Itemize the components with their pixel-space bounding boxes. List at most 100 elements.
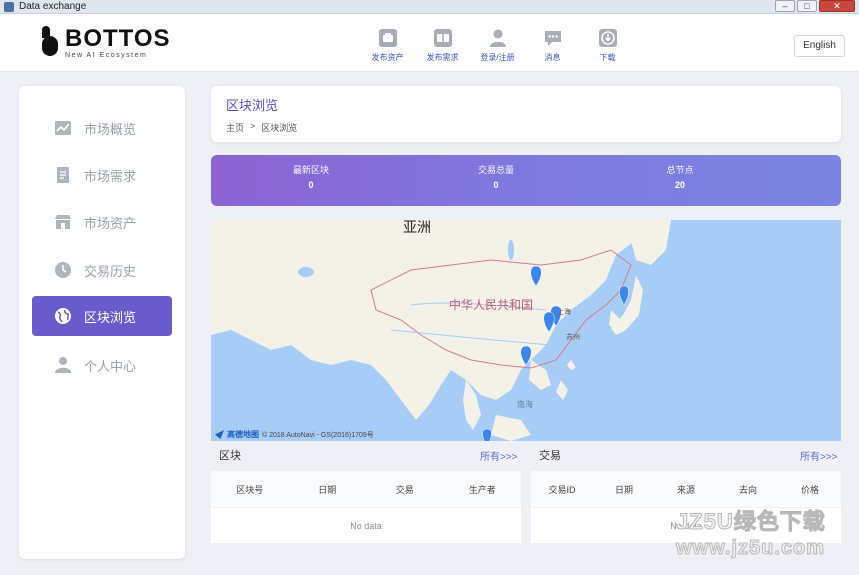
stat-label: 总节点 bbox=[666, 165, 694, 175]
table-header: 区块号 日期 交易 生产者 bbox=[211, 471, 521, 507]
nav-publish-asset[interactable]: 发布资产 bbox=[360, 28, 415, 63]
transactions-table: 交易ID 日期 来源 去向 价格 No data bbox=[531, 471, 841, 543]
nav-download[interactable]: 下载 bbox=[580, 28, 635, 63]
column-header: 日期 bbox=[318, 484, 337, 495]
top-navigation: 发布资产 发布需求 登录/注册 消息 下载 bbox=[360, 28, 635, 63]
window-titlebar: Data exchange – □ ✕ bbox=[0, 0, 859, 14]
stat-label: 最新区块 bbox=[292, 165, 329, 175]
column-header: 价格 bbox=[800, 484, 819, 495]
store-icon bbox=[55, 215, 71, 229]
map-marker[interactable] bbox=[619, 285, 629, 306]
map-country-label: 中华人民共和国 bbox=[449, 298, 534, 312]
stats-banner: 最新区块 0 交易总量 0 总节点 20 bbox=[211, 155, 841, 206]
nav-login-register[interactable]: 登录/注册 bbox=[470, 28, 525, 63]
transactions-section-title: 交易 bbox=[539, 450, 561, 462]
column-header: 区块号 bbox=[236, 484, 264, 495]
column-header: 日期 bbox=[614, 484, 633, 495]
user-icon bbox=[489, 29, 506, 47]
sidebar-item-label: 区块浏览 bbox=[84, 309, 137, 325]
nav-label: 登录/注册 bbox=[480, 53, 515, 62]
stat-label: 交易总量 bbox=[477, 165, 514, 175]
map-marker[interactable] bbox=[482, 428, 492, 441]
sidebar: 市场概览 市场需求 市场资产 交易历史 区块浏览 个人中心 bbox=[19, 86, 185, 559]
stat-total-nodes: 总节点 20 bbox=[620, 163, 740, 190]
table-empty-row: No data bbox=[531, 507, 841, 543]
nav-label: 发布需求 bbox=[426, 53, 459, 62]
map-attribution: 高德地图 © 2018 AutoNavi - GS(2016)1709号 bbox=[215, 429, 374, 440]
clock-icon bbox=[55, 262, 71, 278]
column-header: 来源 bbox=[676, 484, 695, 495]
sidebar-item-market-demand[interactable]: 市场需求 bbox=[32, 155, 172, 195]
breadcrumb-current: 区块浏览 bbox=[261, 123, 298, 133]
map-copyright: © 2018 AutoNavi - GS(2016)1709号 bbox=[262, 431, 374, 439]
breadcrumb: 主页 > 区块浏览 bbox=[226, 121, 297, 134]
lake-balkhash bbox=[298, 267, 314, 277]
map-logo-icon bbox=[215, 430, 224, 439]
stat-value: 20 bbox=[674, 180, 685, 190]
blocks-section-title: 区块 bbox=[219, 450, 241, 462]
publish-asset-icon bbox=[378, 29, 397, 47]
map-city-label: 苏州 bbox=[566, 334, 580, 341]
taiwan-island bbox=[567, 360, 576, 370]
maximize-button[interactable]: □ bbox=[797, 0, 817, 12]
sidebar-item-block-explorer[interactable]: 区块浏览 bbox=[32, 296, 172, 336]
document-icon bbox=[57, 167, 69, 183]
sidebar-item-label: 交易历史 bbox=[84, 263, 137, 279]
page-title: 区块浏览 bbox=[226, 98, 279, 113]
map-region-label: 亚洲 bbox=[403, 220, 431, 235]
nav-label: 消息 bbox=[544, 53, 561, 62]
app-header: BOTTOS New AI Ecosystem 发布资产 发布需求 登录/注册 … bbox=[0, 14, 859, 72]
brand-tagline: New AI Ecosystem bbox=[65, 52, 148, 59]
column-header: 生产者 bbox=[468, 484, 496, 495]
stat-value: 0 bbox=[308, 180, 314, 190]
breadcrumb-home[interactable]: 主页 bbox=[226, 121, 244, 134]
indochina-peninsula bbox=[529, 360, 551, 390]
empty-state-text: No data bbox=[350, 520, 382, 531]
table-header: 交易ID 日期 来源 去向 价格 bbox=[531, 471, 841, 507]
empty-state-text: No data bbox=[670, 520, 702, 531]
chart-icon bbox=[55, 121, 71, 135]
map-sea-label: 南海 bbox=[517, 400, 533, 409]
language-button[interactable]: English bbox=[794, 35, 845, 57]
map-city-label: 上海 bbox=[557, 309, 571, 316]
brand-name: BOTTOS bbox=[65, 25, 171, 52]
nav-messages[interactable]: 消息 bbox=[525, 28, 580, 63]
mainland-asia bbox=[211, 220, 641, 420]
page-header-card: 区块浏览 主页 > 区块浏览 bbox=[211, 86, 841, 142]
window-controls: – □ ✕ bbox=[775, 0, 855, 12]
sidebar-item-market-assets[interactable]: 市场资产 bbox=[32, 202, 172, 242]
person-icon bbox=[55, 357, 71, 373]
japan-islands bbox=[611, 275, 643, 335]
close-button[interactable]: ✕ bbox=[819, 0, 855, 12]
nav-label: 发布资产 bbox=[371, 53, 404, 62]
app-icon bbox=[4, 2, 14, 12]
blocks-view-all-link[interactable]: 所有>>> bbox=[480, 448, 518, 463]
column-header: 交易 bbox=[395, 484, 414, 495]
sidebar-item-label: 市场概览 bbox=[84, 121, 137, 137]
globe-icon bbox=[55, 308, 71, 324]
sidebar-item-label: 个人中心 bbox=[84, 358, 137, 374]
sidebar-item-label: 市场需求 bbox=[84, 168, 137, 184]
sidebar-item-trade-history[interactable]: 交易历史 bbox=[32, 250, 172, 290]
brand-logo[interactable]: BOTTOS New AI Ecosystem bbox=[40, 26, 171, 60]
stat-latest-block: 最新区块 0 bbox=[251, 163, 371, 190]
node-map[interactable]: 亚洲 中华人民共和国 上海 苏州 南海 高德地图 © 2018 AutoNavi… bbox=[211, 220, 841, 441]
stat-value: 0 bbox=[493, 180, 499, 190]
column-header: 交易ID bbox=[548, 484, 576, 495]
column-header: 去向 bbox=[738, 484, 757, 495]
message-icon bbox=[544, 31, 561, 46]
sidebar-item-personal-center[interactable]: 个人中心 bbox=[32, 345, 172, 385]
window-title: Data exchange bbox=[19, 1, 87, 12]
publish-demand-icon bbox=[433, 29, 452, 47]
download-icon bbox=[598, 29, 617, 47]
blocks-table: 区块号 日期 交易 生产者 No data bbox=[211, 471, 521, 543]
bottos-logo-icon bbox=[40, 26, 60, 58]
borneo-island bbox=[491, 415, 531, 441]
transactions-view-all-link[interactable]: 所有>>> bbox=[800, 448, 838, 463]
sidebar-item-market-overview[interactable]: 市场概览 bbox=[32, 108, 172, 148]
sidebar-item-label: 市场资产 bbox=[84, 215, 137, 231]
minimize-button[interactable]: – bbox=[775, 0, 795, 12]
nav-publish-demand[interactable]: 发布需求 bbox=[415, 28, 470, 63]
philippines-islands bbox=[556, 380, 568, 400]
lake-baikal bbox=[508, 240, 514, 260]
